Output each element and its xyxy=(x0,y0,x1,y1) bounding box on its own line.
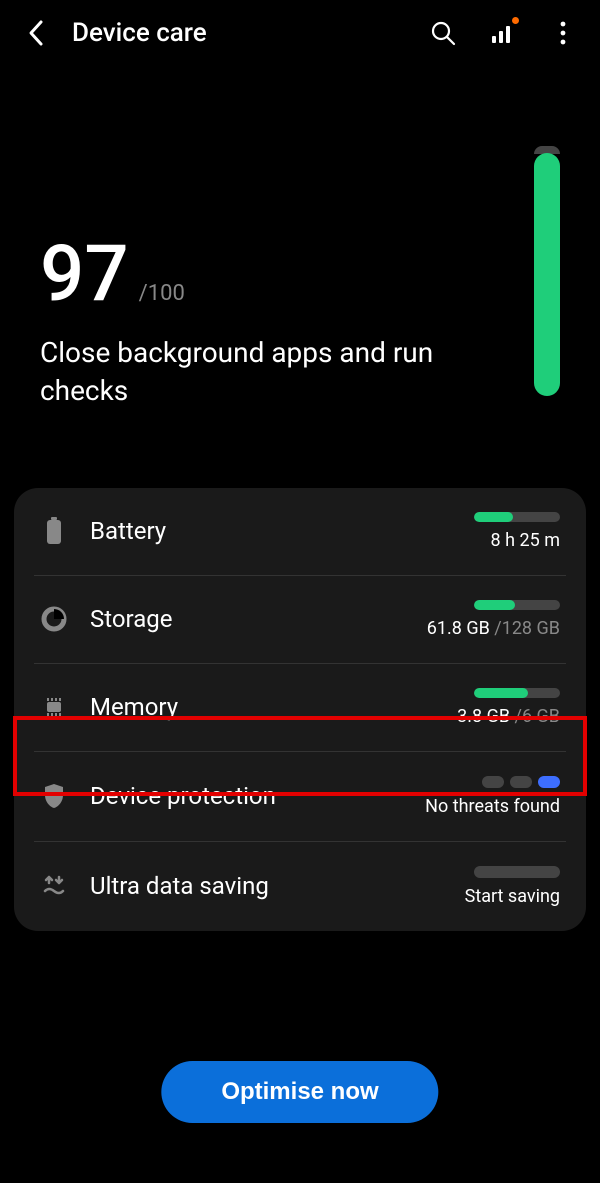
status-card: Battery 8 h 25 m Storage 61.8 GB /128 GB xyxy=(14,488,586,931)
storage-status: 61.8 GB /128 GB xyxy=(400,600,560,639)
score-section: 97 /100 Close background apps and run ch… xyxy=(0,196,600,440)
memory-label: Memory xyxy=(90,693,378,721)
protection-sub: No threats found xyxy=(425,796,560,817)
datasaving-label: Ultra data saving xyxy=(90,872,378,900)
battery-label: Battery xyxy=(90,517,378,545)
battery-icon xyxy=(40,517,68,545)
datasaving-row[interactable]: Ultra data saving Start saving xyxy=(34,842,566,931)
search-button[interactable] xyxy=(430,20,456,46)
score-value: 97 xyxy=(40,236,129,314)
notification-dot-icon xyxy=(512,17,519,24)
score-max: /100 xyxy=(139,281,185,306)
score-bar xyxy=(534,146,560,396)
storage-icon xyxy=(40,605,68,633)
memory-status: 3.8 GB /6 GB xyxy=(400,688,560,727)
more-options-button[interactable] xyxy=(550,20,576,46)
memory-row[interactable]: Memory 3.8 GB /6 GB xyxy=(34,664,566,752)
datasaving-sub: Start saving xyxy=(465,886,560,907)
storage-label: Storage xyxy=(90,605,378,633)
shield-icon xyxy=(40,782,68,810)
page-title: Device care xyxy=(72,18,406,48)
datasaving-status: Start saving xyxy=(400,866,560,907)
protection-row[interactable]: Device protection No threats found xyxy=(34,752,566,842)
memory-total: /6 GB xyxy=(510,706,560,727)
score-description: Close background apps and run checks xyxy=(40,334,460,410)
storage-row[interactable]: Storage 61.8 GB /128 GB xyxy=(34,576,566,664)
storage-used: 61.8 GB xyxy=(427,618,490,639)
optimise-button[interactable]: Optimise now xyxy=(161,1061,438,1123)
battery-time: 8 h 25 m xyxy=(491,530,560,551)
more-vertical-icon xyxy=(559,20,567,46)
battery-row[interactable]: Battery 8 h 25 m xyxy=(34,488,566,576)
storage-total: /128 GB xyxy=(490,618,560,639)
protection-status: No threats found xyxy=(400,776,560,817)
chevron-left-icon xyxy=(27,19,45,47)
search-icon xyxy=(430,20,456,46)
data-saving-icon xyxy=(40,872,68,900)
signal-bars-icon xyxy=(490,20,516,46)
protection-label: Device protection xyxy=(90,782,378,810)
battery-status: 8 h 25 m xyxy=(400,512,560,551)
app-header: Device care xyxy=(0,0,600,66)
header-actions xyxy=(430,20,576,46)
memory-icon xyxy=(40,693,68,721)
signal-button[interactable] xyxy=(490,20,516,46)
memory-used: 3.8 GB xyxy=(457,706,510,727)
back-button[interactable] xyxy=(24,21,48,45)
